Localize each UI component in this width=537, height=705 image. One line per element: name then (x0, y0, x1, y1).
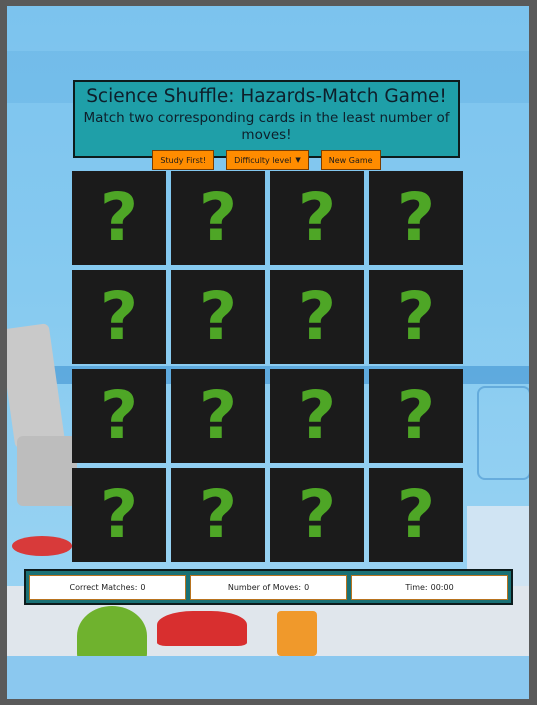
question-mark-icon: ? (396, 377, 436, 454)
molecule-illustration (477, 386, 529, 480)
question-mark-icon: ? (396, 179, 436, 256)
game-header: Science Shuffle: Hazards-Match Game! Mat… (73, 80, 460, 170)
microscope-illustration (7, 323, 66, 449)
card[interactable]: ? (72, 270, 166, 364)
question-mark-icon: ? (99, 377, 139, 454)
question-mark-icon: ? (297, 278, 337, 355)
question-mark-icon: ? (198, 278, 238, 355)
card[interactable]: ? (72, 171, 166, 265)
orange-bottle-illustration (277, 611, 317, 656)
game-controls: Study First! Difficulty level ▼ New Game (75, 150, 458, 170)
timer-label: Time: (405, 582, 428, 592)
card[interactable]: ? (369, 171, 463, 265)
question-mark-icon: ? (396, 278, 436, 355)
card[interactable]: ? (270, 468, 364, 562)
card[interactable]: ? (171, 468, 265, 562)
correct-matches-stat: Correct Matches: 0 (29, 574, 186, 600)
study-first-button[interactable]: Study First! (152, 150, 215, 170)
game-title: Science Shuffle: Hazards-Match Game! (86, 86, 447, 107)
floor-illustration (7, 656, 529, 699)
card-board: ? ? ? ? ? ? ? ? ? ? ? ? ? ? ? ? (72, 171, 464, 562)
card[interactable]: ? (171, 171, 265, 265)
question-mark-icon: ? (99, 278, 139, 355)
correct-matches-value: 0 (140, 582, 146, 592)
question-mark-icon: ? (396, 476, 436, 553)
question-mark-icon: ? (198, 476, 238, 553)
card[interactable]: ? (270, 369, 364, 463)
stats-bar: Correct Matches: 0 Number of Moves: 0 Ti… (24, 569, 513, 605)
question-mark-icon: ? (297, 179, 337, 256)
chevron-down-icon: ▼ (295, 156, 301, 164)
question-mark-icon: ? (99, 179, 139, 256)
number-of-moves-value: 0 (304, 582, 310, 592)
card[interactable]: ? (72, 468, 166, 562)
new-game-button[interactable]: New Game (320, 150, 381, 170)
red-flask-illustration (157, 611, 247, 646)
microscope-base-illustration (17, 436, 77, 506)
card[interactable]: ? (171, 270, 265, 364)
question-mark-icon: ? (99, 476, 139, 553)
card[interactable]: ? (369, 468, 463, 562)
number-of-moves-stat: Number of Moves: 0 (190, 574, 347, 600)
question-mark-icon: ? (198, 377, 238, 454)
question-mark-icon: ? (297, 377, 337, 454)
card[interactable]: ? (270, 171, 364, 265)
number-of-moves-label: Number of Moves: (227, 582, 302, 592)
spill-illustration (12, 536, 72, 556)
card[interactable]: ? (171, 369, 265, 463)
timer-value: 00:00 (430, 582, 454, 592)
card[interactable]: ? (270, 270, 364, 364)
card[interactable]: ? (369, 369, 463, 463)
timer-stat: Time: 00:00 (351, 574, 508, 600)
difficulty-level-label: Difficulty level (234, 155, 292, 165)
question-mark-icon: ? (198, 179, 238, 256)
game-instructions: Match two corresponding cards in the lea… (83, 110, 450, 143)
question-mark-icon: ? (297, 476, 337, 553)
card[interactable]: ? (369, 270, 463, 364)
difficulty-level-select[interactable]: Difficulty level ▼ (226, 150, 309, 170)
card[interactable]: ? (72, 369, 166, 463)
correct-matches-label: Correct Matches: (69, 582, 138, 592)
